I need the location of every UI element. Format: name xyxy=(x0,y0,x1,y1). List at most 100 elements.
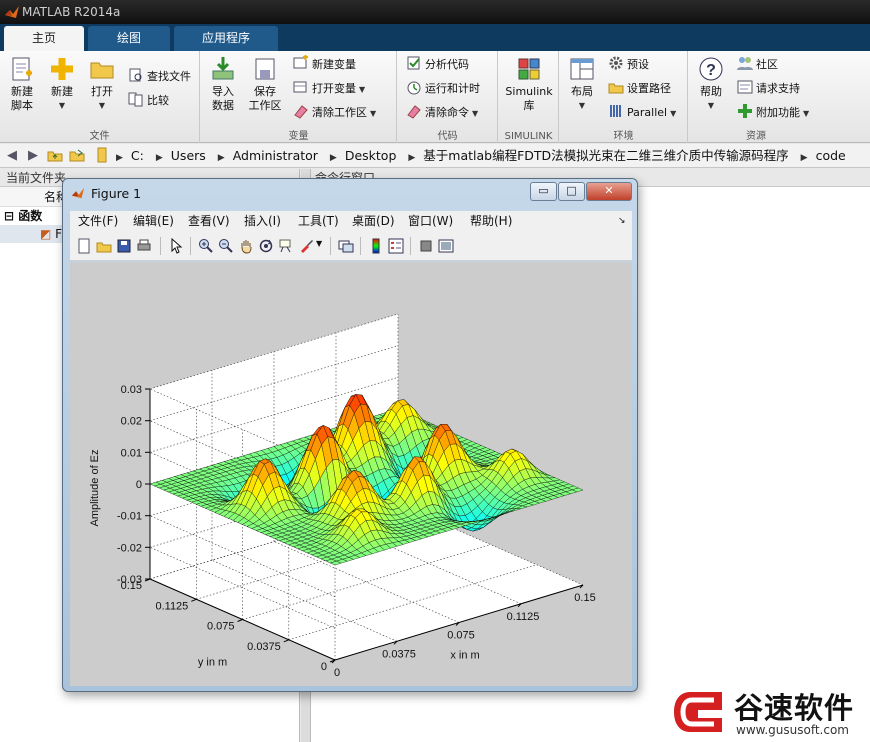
new-figure-icon[interactable] xyxy=(76,238,92,254)
brush-icon[interactable] xyxy=(298,238,314,254)
breadcrumb-item[interactable]: Administrator xyxy=(233,148,318,163)
resources-group-label: 资源 xyxy=(746,131,766,142)
community-button[interactable]: 社区 xyxy=(737,55,778,75)
browse-folder-icon[interactable] xyxy=(68,147,86,165)
set-path-icon xyxy=(608,83,624,94)
breadcrumb-item[interactable]: 基于matlab编程FDTD法模拟光束在二维三维介质中传输源码程序 xyxy=(423,148,788,163)
svg-text:?: ? xyxy=(706,62,716,79)
menu-overflow-icon[interactable]: ↘ xyxy=(618,213,626,229)
new-script-button[interactable]: 新建 脚本 xyxy=(0,55,44,113)
zoom-out-icon[interactable] xyxy=(218,238,234,254)
rotate-3d-icon[interactable] xyxy=(258,238,274,254)
up-folder-icon[interactable] xyxy=(46,147,64,165)
new-variable-button[interactable]: 新建变量 xyxy=(293,55,356,75)
save-workspace-button[interactable]: 保存 工作区 xyxy=(243,55,287,113)
surface-plot[interactable]: 0 0.0375 0.075 0.1125 0.15 0 0.0375 0.075 0.1125… xyxy=(70,262,632,686)
ribbon-tab-bar: 主页 绘图 应用程序 xyxy=(0,24,870,51)
data-cursor-icon[interactable] xyxy=(278,238,294,254)
collapse-icon[interactable]: ⊟ xyxy=(4,209,14,223)
menu-tools[interactable]: 工具(T) xyxy=(298,213,339,229)
help-button[interactable]: ? 帮助 ▼ xyxy=(689,55,733,113)
watermark: 谷速软件 www.gususoft.com xyxy=(668,683,870,742)
clear-workspace-button[interactable]: 清除工作区 ▼ xyxy=(293,103,376,123)
menu-edit[interactable]: 编辑(E) xyxy=(133,213,174,229)
simulink-library-button[interactable]: Simulink 库 xyxy=(505,55,553,113)
z-tick-label: 0 xyxy=(136,479,142,491)
menu-insert[interactable]: 插入(I) xyxy=(244,213,281,229)
community-label: 社区 xyxy=(756,58,778,71)
close-button[interactable]: ✕ xyxy=(586,182,632,201)
toolbar-separator xyxy=(160,237,161,255)
analyze-code-button[interactable]: 分析代码 xyxy=(406,55,469,75)
maximize-button[interactable]: □ xyxy=(558,182,585,201)
link-plot-icon[interactable] xyxy=(338,238,354,254)
run-and-time-button[interactable]: 运行和计时 xyxy=(406,79,480,99)
breadcrumb-separator: ▶ xyxy=(217,153,225,163)
open-file-icon[interactable] xyxy=(96,238,112,254)
toolbar-separator xyxy=(190,237,191,255)
figure-window[interactable]: Figure 1 ▭ □ ✕ 文件(F) 编辑(E) 查看(V) 插入(I) 工… xyxy=(62,178,638,692)
import-data-button[interactable]: 导入 数据 xyxy=(201,55,245,113)
set-path-button[interactable]: 设置路径 xyxy=(608,79,671,99)
breadcrumb-item[interactable]: Users xyxy=(171,148,206,163)
preferences-label: 预设 xyxy=(627,58,649,71)
y-tick-mark xyxy=(191,598,197,602)
breadcrumb-item[interactable]: code xyxy=(816,148,846,163)
chevron-down-icon: ▼ xyxy=(98,101,106,110)
minimize-button[interactable]: ▭ xyxy=(530,182,557,201)
find-files-button[interactable]: 查找文件 xyxy=(128,67,191,87)
z-tick-label: -0.02 xyxy=(117,542,142,554)
y-tick-mark xyxy=(283,639,289,643)
hide-plot-tools-icon[interactable] xyxy=(418,238,434,254)
legend-icon[interactable] xyxy=(388,238,404,254)
zoom-in-icon[interactable] xyxy=(198,238,214,254)
parallel-button[interactable]: Parallel ▼ xyxy=(608,103,676,123)
print-icon[interactable] xyxy=(136,238,152,254)
compare-icon xyxy=(128,92,143,107)
layout-button[interactable]: 布局 ▼ xyxy=(560,55,604,113)
chevron-down-icon: ▼ xyxy=(472,109,479,118)
add-ons-label: 附加功能 xyxy=(756,106,800,119)
forward-arrow-icon[interactable]: ▶ xyxy=(24,147,42,165)
chevron-down-icon: ▼ xyxy=(670,109,677,118)
new-button[interactable]: 新建 ▼ xyxy=(40,55,84,113)
colorbar-icon[interactable] xyxy=(368,238,384,254)
menu-window[interactable]: 窗口(W) xyxy=(408,213,453,229)
breadcrumb-separator: ▶ xyxy=(800,153,808,163)
menu-desktop[interactable]: 桌面(D) xyxy=(352,213,395,229)
clear-commands-button[interactable]: 清除命令 ▼ xyxy=(406,103,478,123)
breadcrumb-separator: ▶ xyxy=(116,153,123,163)
breadcrumb-item[interactable]: C: xyxy=(131,148,144,163)
tab-plots[interactable]: 绘图 xyxy=(88,26,170,51)
edit-plot-arrow-icon[interactable] xyxy=(168,238,184,254)
environment-group-label: 环境 xyxy=(613,131,634,142)
menu-view[interactable]: 查看(V) xyxy=(188,213,230,229)
code-group: 分析代码 运行和计时 清除命令 ▼ 代码 xyxy=(398,51,498,143)
figure-canvas[interactable]: 0 0.0375 0.075 0.1125 0.15 0 0.0375 0.075 0.1125… xyxy=(70,262,632,686)
menu-file[interactable]: 文件(F) xyxy=(78,213,118,229)
open-variable-icon xyxy=(293,81,307,93)
open-variable-button[interactable]: 打开变量 ▼ xyxy=(293,79,365,99)
back-arrow-icon[interactable]: ◀ xyxy=(3,147,21,165)
folder-icon xyxy=(90,62,114,79)
breadcrumb-item[interactable]: Desktop xyxy=(345,148,397,163)
new-variable-icon xyxy=(293,55,308,69)
pan-hand-icon[interactable] xyxy=(238,238,254,254)
save-icon[interactable] xyxy=(116,238,132,254)
request-support-button[interactable]: 请求支持 xyxy=(737,79,800,99)
add-ons-button[interactable]: 附加功能 ▼ xyxy=(737,103,809,123)
toolbar-separator xyxy=(360,237,361,255)
menu-help[interactable]: 帮助(H) xyxy=(470,213,512,229)
new-variable-label: 新建变量 xyxy=(312,58,356,71)
tab-apps[interactable]: 应用程序 xyxy=(174,26,278,51)
chevron-down-icon[interactable]: ▼ xyxy=(316,239,324,255)
show-plot-tools-icon[interactable] xyxy=(438,238,454,254)
compare-button[interactable]: 比较 xyxy=(128,91,169,111)
simulink-library-label: Simulink 库 xyxy=(505,85,553,112)
preferences-button[interactable]: 预设 xyxy=(608,55,649,75)
figure-toolbar: ▼ xyxy=(70,231,632,261)
tab-home[interactable]: 主页 xyxy=(4,26,84,51)
open-button[interactable]: 打开 ▼ xyxy=(80,55,124,113)
x-tick-label: 0.1125 xyxy=(507,611,540,623)
function-group-label: 函数 xyxy=(18,209,43,223)
